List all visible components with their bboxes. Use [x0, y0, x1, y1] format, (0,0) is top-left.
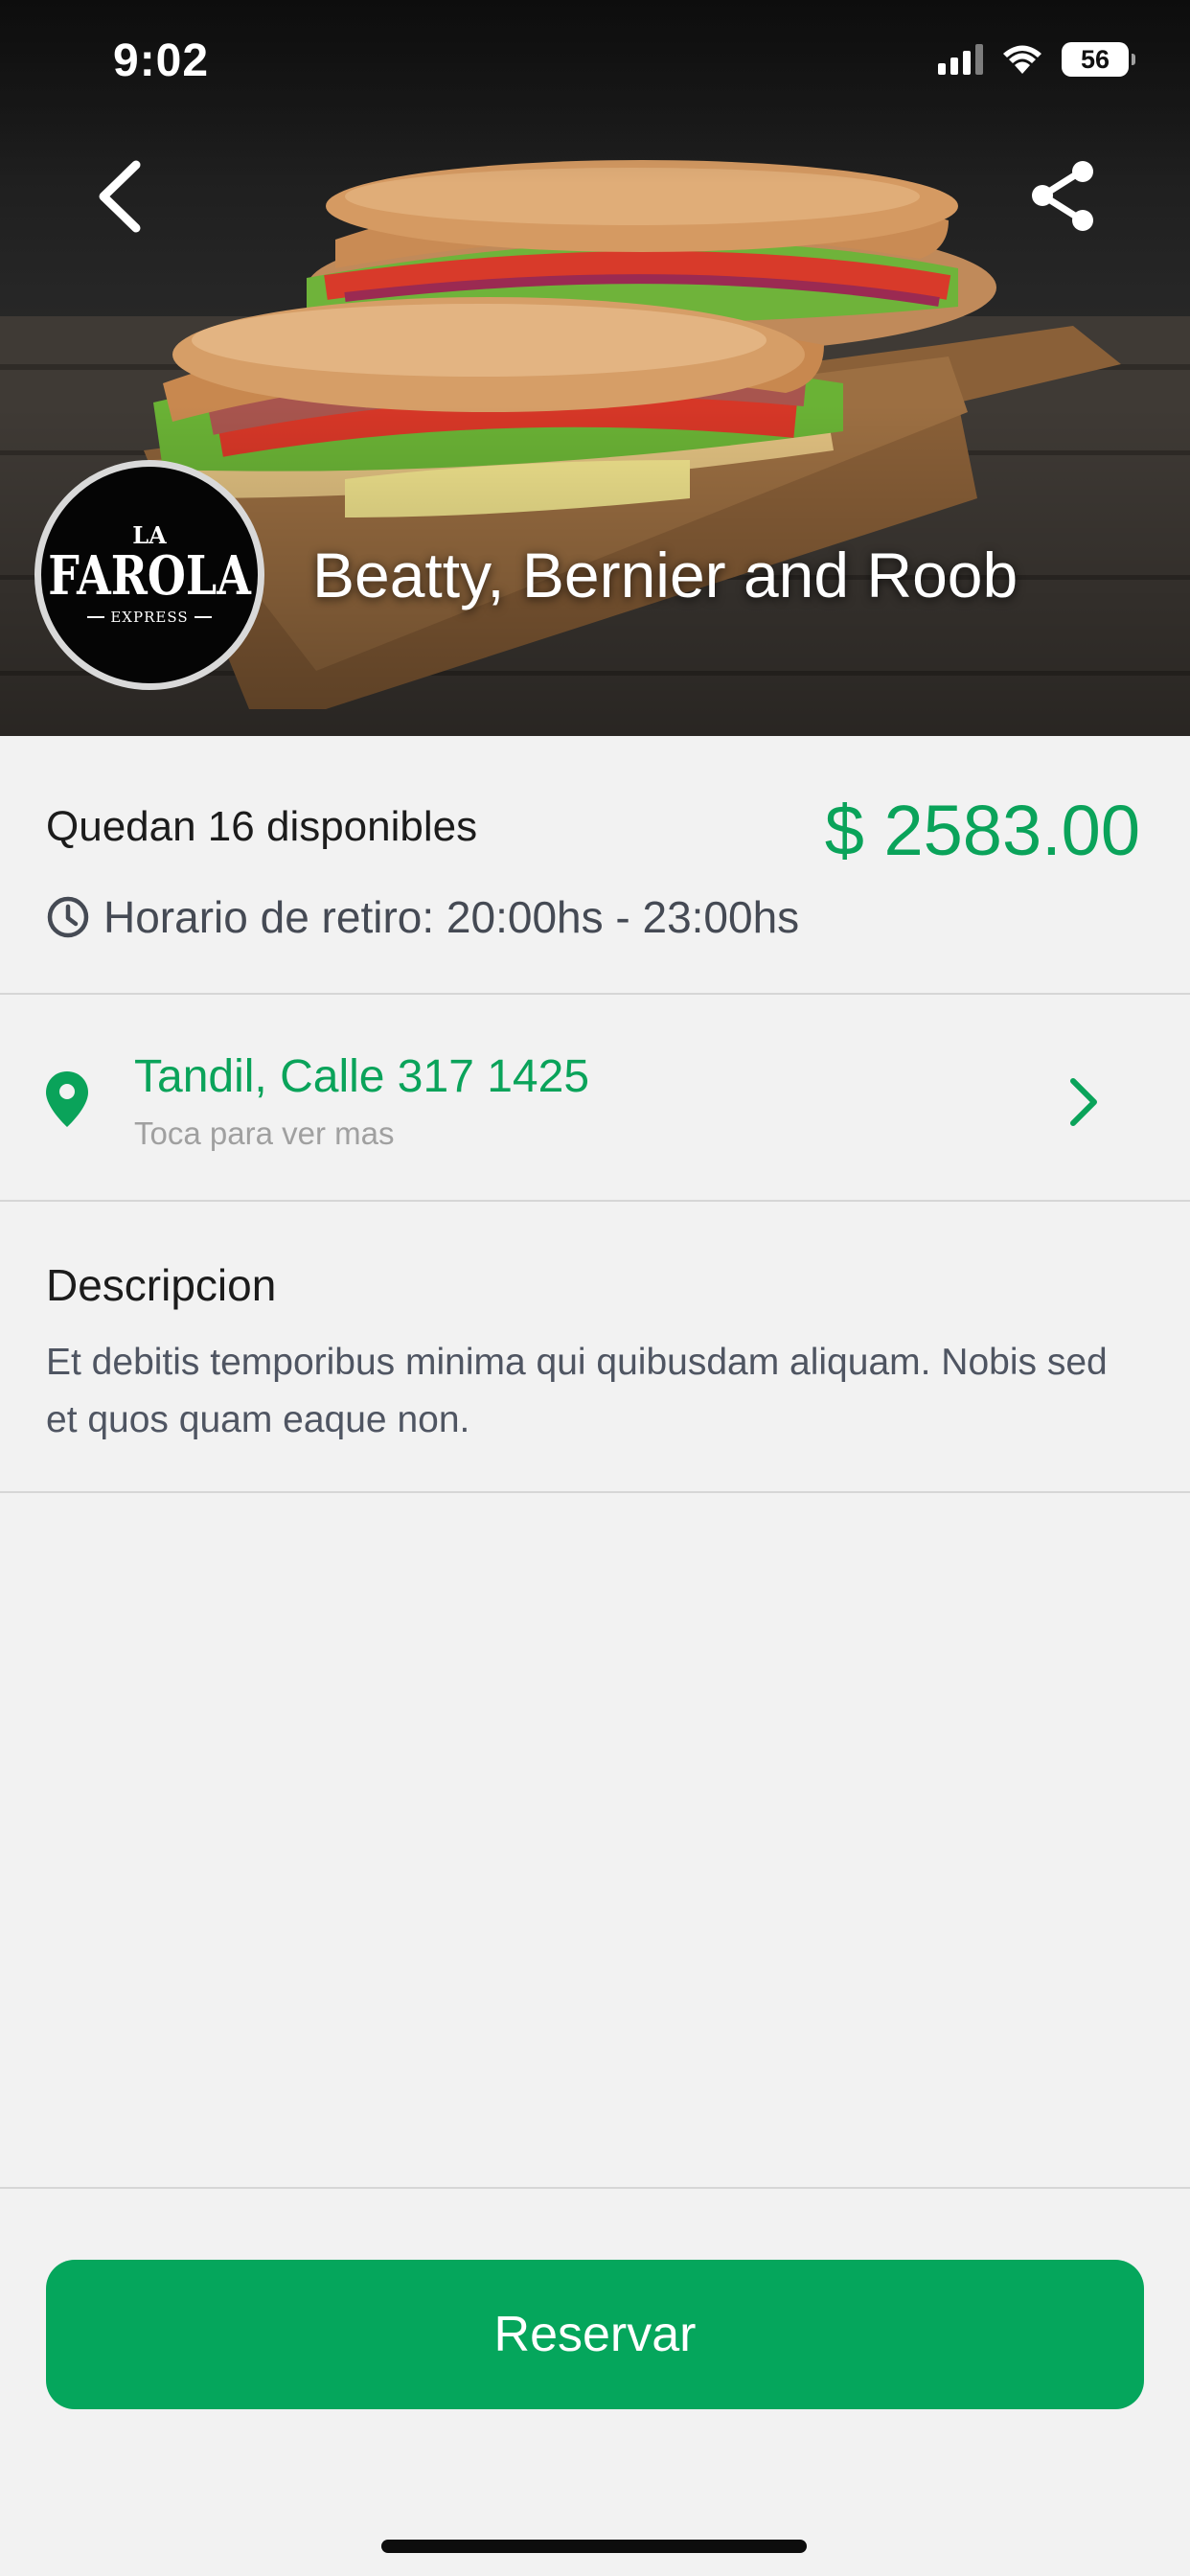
status-bar: 9:02 56: [0, 0, 1190, 125]
wifi-icon: [1003, 45, 1041, 74]
location-address: Tandil, Calle 317 1425: [134, 1051, 590, 1102]
reserve-button[interactable]: Reservar: [46, 2260, 1144, 2409]
description-text: Et debitis temporibus minima qui quibusd…: [46, 1342, 1108, 1440]
signal-icon: [938, 44, 983, 75]
pickup-hours-text: Horario de retiro: 20:00hs - 23:00hs: [103, 892, 800, 942]
description-title: Descripcion: [46, 1260, 277, 1310]
chevron-left-icon: [99, 160, 141, 233]
location-hint: Toca para ver mas: [134, 1116, 395, 1151]
hero-banner: 9:02 56 LA FAROLA EXPRESS Beatty, Bernie…: [0, 0, 1190, 736]
share-icon: [1032, 161, 1093, 231]
logo-line-express: EXPRESS: [87, 609, 212, 626]
description-section: Descripcion Et debitis temporibus minima…: [0, 1204, 1190, 1493]
location-row[interactable]: Tandil, Calle 317 1425 Toca para ver mas: [0, 997, 1190, 1202]
status-time: 9:02: [113, 35, 210, 86]
back-button[interactable]: [86, 153, 153, 240]
pickup-hours-row: Horario de retiro: 20:00hs - 23:00hs: [46, 891, 799, 943]
footer: Reservar: [0, 2187, 1190, 2576]
store-name: Beatty, Bernier and Roob: [312, 540, 1018, 610]
map-pin-icon: [46, 1071, 88, 1127]
status-icons: 56: [938, 42, 1135, 77]
home-indicator: [381, 2540, 807, 2553]
logo-line-farola: FAROLA: [48, 544, 251, 608]
share-button[interactable]: [1025, 158, 1102, 235]
battery-icon: 56: [1062, 42, 1135, 77]
price: $ 2583.00: [824, 791, 1140, 870]
logo-express-text: EXPRESS: [110, 609, 189, 626]
store-logo: LA FAROLA EXPRESS: [34, 460, 264, 690]
offer-info: Quedan 16 disponibles $ 2583.00 Horario …: [0, 736, 1190, 995]
clock-icon: [47, 896, 89, 938]
chevron-right-icon: [1070, 1078, 1097, 1126]
availability-text: Quedan 16 disponibles: [46, 803, 478, 850]
